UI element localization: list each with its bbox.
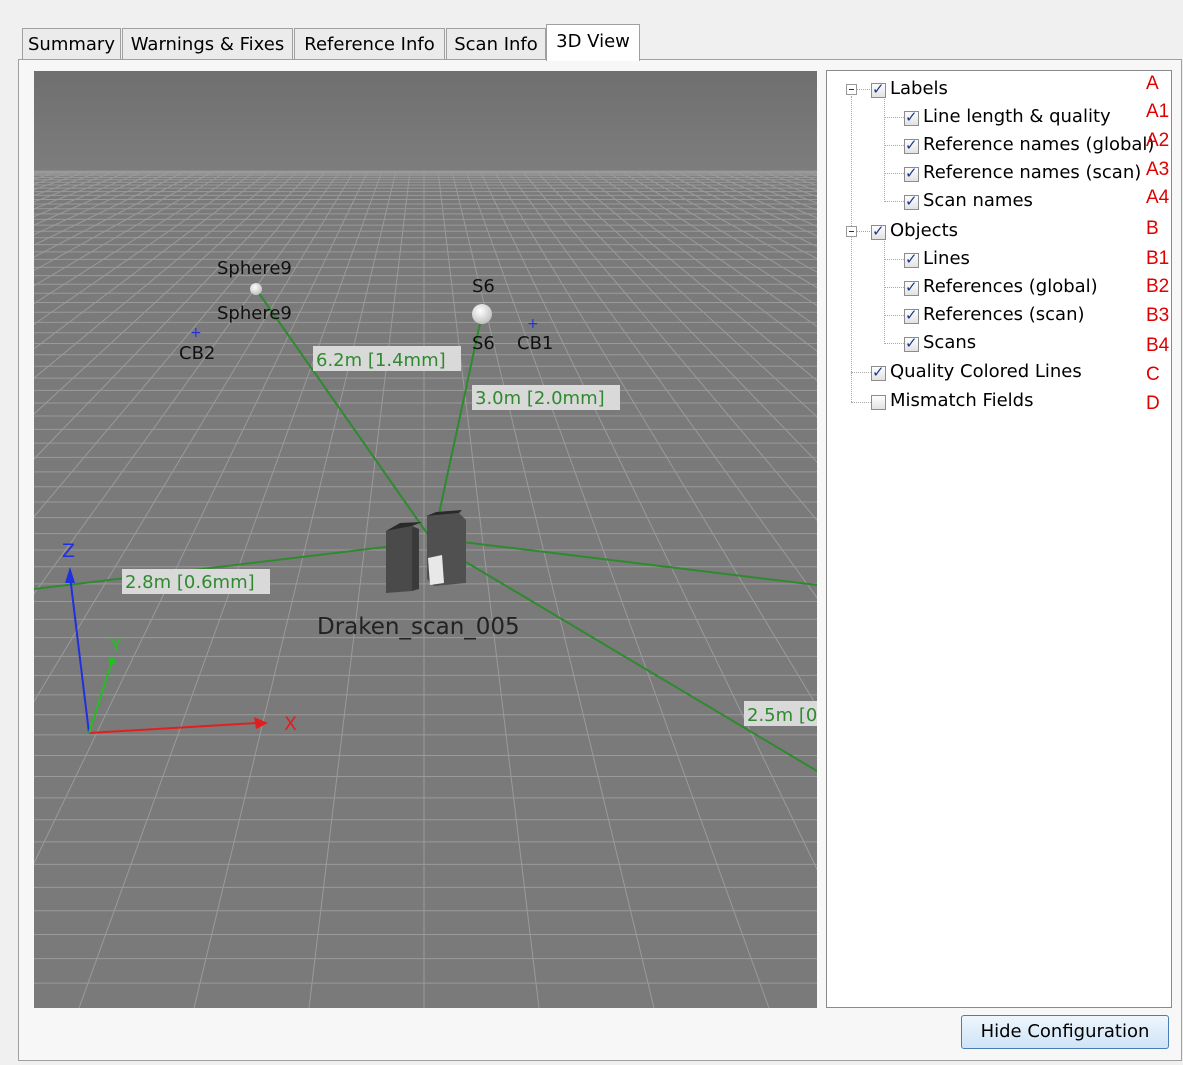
s6-scan-label: S6 xyxy=(472,333,495,354)
line-label-s6[interactable]: 3.0m [2.0mm] xyxy=(472,385,620,410)
annotation-a4: A4 xyxy=(1146,187,1170,208)
objects-collapse-toggle[interactable] xyxy=(846,226,857,237)
references-global-checkbox[interactable] xyxy=(904,278,919,296)
line-label-right[interactable]: 2.5m [0 xyxy=(744,701,817,726)
s6-marker[interactable] xyxy=(472,304,492,324)
reference-names-global-checkbox[interactable] xyxy=(904,136,919,154)
scanner-left-side xyxy=(412,526,419,591)
tree-connector xyxy=(851,96,852,402)
tree-item-label: Quality Colored Lines xyxy=(890,361,1082,382)
cb2-label: CB2 xyxy=(179,343,215,364)
line-label-text: 6.2m [1.4mm] xyxy=(316,350,446,371)
labels-collapse-toggle[interactable] xyxy=(846,84,857,95)
axis-z-label: Z xyxy=(62,540,75,562)
viewport-scene: X Y Z Draken_scan_005 Sphere9 Sphere9 S6… xyxy=(34,71,817,1008)
reference-names-scan-checkbox[interactable] xyxy=(904,164,919,182)
tree-item-label: Lines xyxy=(923,248,970,269)
labels-checkbox[interactable] xyxy=(871,80,886,98)
cb1-label: CB1 xyxy=(517,333,553,354)
lines-checkbox[interactable] xyxy=(904,250,919,268)
annotation-a1: A1 xyxy=(1146,101,1170,122)
annotation-c: C xyxy=(1146,364,1160,385)
tree-item-label: Objects xyxy=(890,220,959,241)
3d-viewport[interactable]: X Y Z Draken_scan_005 Sphere9 Sphere9 S6… xyxy=(34,71,817,1008)
s6-global-label: S6 xyxy=(472,276,495,297)
tree-item-label: Reference names (global) xyxy=(923,134,1155,155)
tree-connector xyxy=(857,231,872,232)
scan-name-label: Draken_scan_005 xyxy=(317,614,520,640)
scanner-left-front xyxy=(386,526,412,593)
tree-connector xyxy=(884,287,904,288)
tab-scan-info[interactable]: Scan Info xyxy=(446,28,546,59)
tree-item-label: References (scan) xyxy=(923,304,1085,325)
objects-checkbox[interactable] xyxy=(871,222,886,240)
line-label-left[interactable]: 2.8m [0.6mm] xyxy=(122,569,270,594)
tree-item-label: References (global) xyxy=(923,276,1098,297)
scans-checkbox[interactable] xyxy=(904,334,919,352)
tree-connector xyxy=(884,315,904,316)
cb2-marker[interactable]: + xyxy=(190,325,202,341)
annotation-b: B xyxy=(1146,218,1159,239)
sphere9-global-label: Sphere9 xyxy=(217,258,292,279)
line-label-sphere9[interactable]: 6.2m [1.4mm] xyxy=(313,346,461,371)
tree-connector xyxy=(884,259,904,260)
tab-reference-info[interactable]: Reference Info xyxy=(294,28,445,59)
tab-warnings-fixes[interactable]: Warnings & Fixes xyxy=(122,28,293,59)
annotation-d: D xyxy=(1146,393,1160,414)
sky xyxy=(34,71,817,171)
annotation-b3: B3 xyxy=(1146,305,1170,326)
tree-connector xyxy=(851,402,871,403)
tab-3d-view[interactable]: 3D View xyxy=(546,24,640,61)
hide-configuration-button[interactable]: Hide Configuration xyxy=(961,1015,1169,1049)
tree-connector xyxy=(884,117,904,118)
axis-y-label: Y xyxy=(109,635,122,657)
tree-connector xyxy=(851,372,871,373)
annotation-a: A xyxy=(1146,73,1159,94)
axis-x-label: X xyxy=(284,713,297,735)
tree-item-label: Line length & quality xyxy=(923,106,1111,127)
cb1-marker[interactable]: + xyxy=(527,316,539,332)
tree-item-label: Reference names (scan) xyxy=(923,162,1142,183)
tree-connector xyxy=(884,201,904,202)
line-label-text: 2.8m [0.6mm] xyxy=(125,572,255,593)
annotation-b2: B2 xyxy=(1146,276,1170,297)
tree-item-label: Scans xyxy=(923,332,977,353)
tree-connector xyxy=(884,145,904,146)
annotation-a2: A2 xyxy=(1146,130,1170,151)
annotation-b4: B4 xyxy=(1146,335,1170,356)
tree-item-label: Labels xyxy=(890,78,948,99)
references-scan-checkbox[interactable] xyxy=(904,306,919,324)
scanner-window xyxy=(428,555,444,585)
tree-connector xyxy=(884,173,904,174)
tree-connector xyxy=(857,89,872,90)
configuration-panel: Labels Line length & quality Reference n… xyxy=(826,70,1172,1008)
line-label-text: 2.5m [0 xyxy=(747,705,817,726)
tree-connector xyxy=(884,239,885,342)
line-length-quality-checkbox[interactable] xyxy=(904,108,919,126)
tree-item-label: Scan names xyxy=(923,190,1033,211)
tree-connector xyxy=(884,343,904,344)
axis-y-dot xyxy=(108,657,116,665)
annotation-a3: A3 xyxy=(1146,159,1170,180)
mismatch-fields-checkbox[interactable] xyxy=(871,395,886,410)
scan-names-checkbox[interactable] xyxy=(904,192,919,210)
tree-item-label: Mismatch Fields xyxy=(890,390,1034,411)
annotation-b1: B1 xyxy=(1146,248,1170,269)
sphere9-scan-label: Sphere9 xyxy=(217,303,292,324)
tab-summary[interactable]: Summary xyxy=(22,28,121,59)
sphere9-marker[interactable] xyxy=(250,283,262,295)
quality-colored-lines-checkbox[interactable] xyxy=(871,363,886,381)
tree-connector xyxy=(884,97,885,200)
line-label-text: 3.0m [2.0mm] xyxy=(475,388,605,409)
